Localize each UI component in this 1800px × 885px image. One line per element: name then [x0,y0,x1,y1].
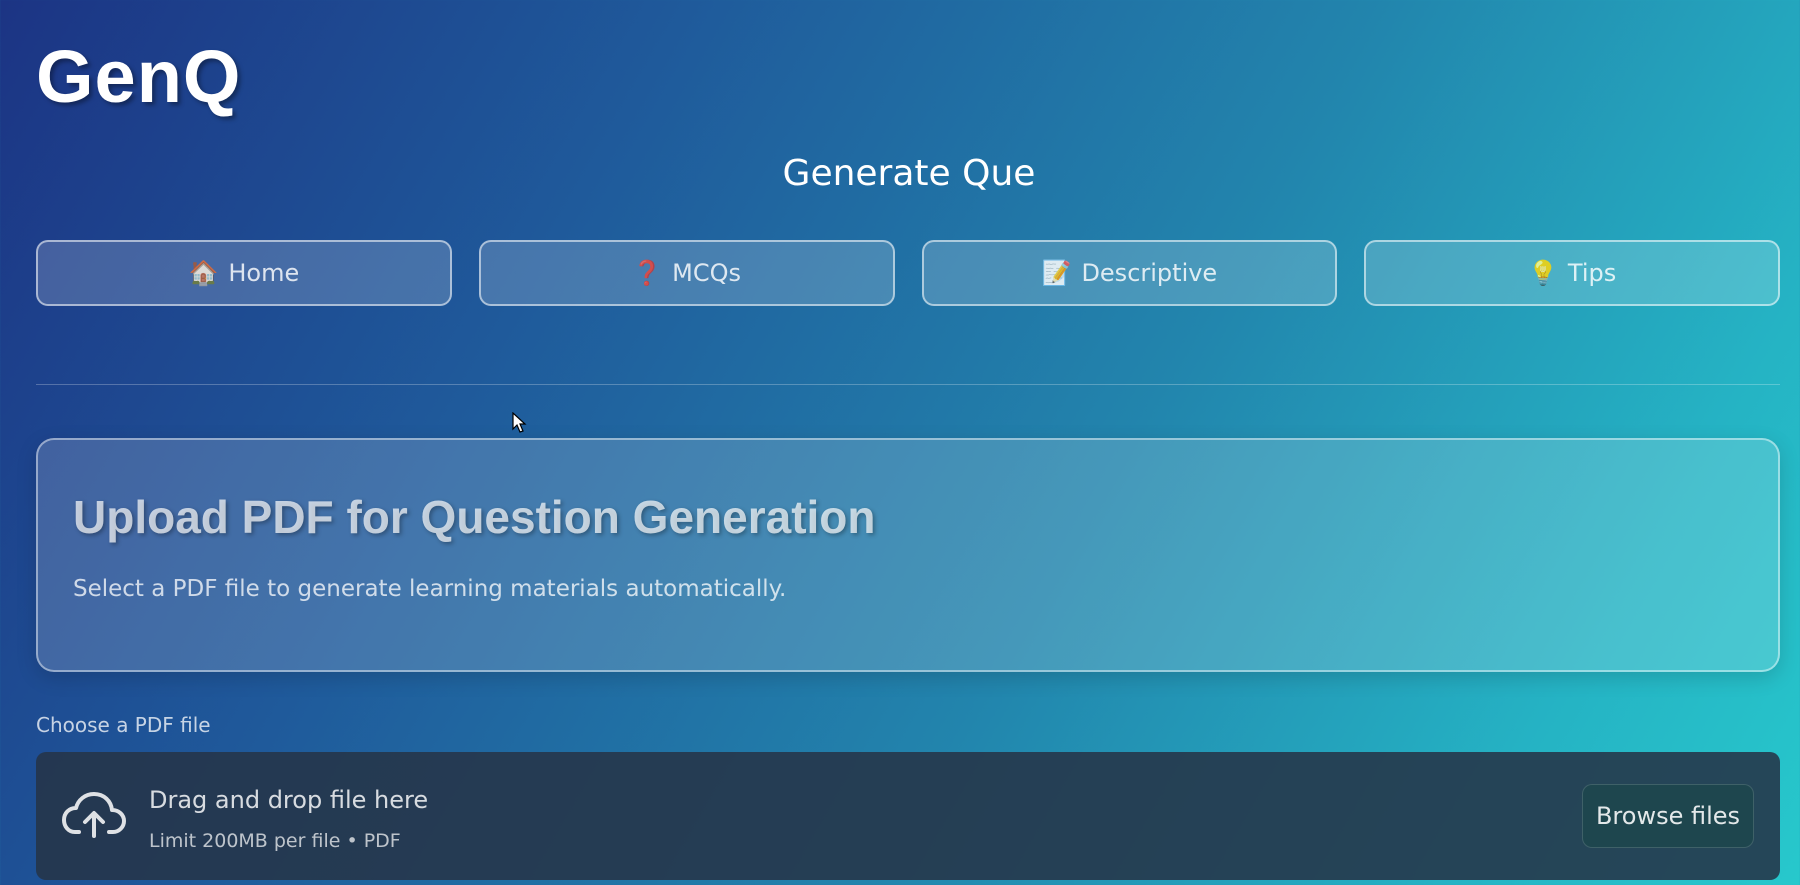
file-uploader-label: Choose a PDF file [36,713,211,737]
nav-descriptive-label: Descriptive [1081,259,1218,287]
nav-mcqs-label: MCQs [672,259,741,287]
dropzone-title: Drag and drop file here [149,786,429,814]
lightbulb-icon: 💡 [1528,259,1558,287]
nav-home-button[interactable]: 🏠 Home [36,240,452,306]
browse-files-button[interactable]: Browse files [1582,784,1754,848]
mouse-cursor-icon [512,412,527,433]
page-subtitle: Generate Que [782,153,1036,194]
cloud-upload-icon [62,792,126,838]
question-mark-icon: ❓ [632,259,663,287]
file-dropzone[interactable]: Drag and drop file here Limit 200MB per … [36,752,1780,880]
upload-info-card: Upload PDF for Question Generation Selec… [36,438,1780,672]
upload-card-title: Upload PDF for Question Generation [73,491,876,543]
house-icon: 🏠 [188,259,219,287]
nav-tips-button[interactable]: 💡 Tips [1364,240,1780,306]
memo-icon: 📝 [1041,259,1072,287]
nav-bar: 🏠 Home ❓ MCQs 📝 Descriptive 💡 Tips [36,240,1780,306]
nav-mcqs-button[interactable]: ❓ MCQs [478,240,895,306]
upload-card-description: Select a PDF file to generate learning m… [73,576,787,602]
app-logo: GenQ [36,35,242,118]
section-divider [36,384,1780,385]
nav-tips-label: Tips [1567,259,1617,287]
nav-home-label: Home [228,259,300,287]
dropzone-limit-text: Limit 200MB per file • PDF [149,830,401,852]
nav-descriptive-button[interactable]: 📝 Descriptive [921,240,1338,306]
